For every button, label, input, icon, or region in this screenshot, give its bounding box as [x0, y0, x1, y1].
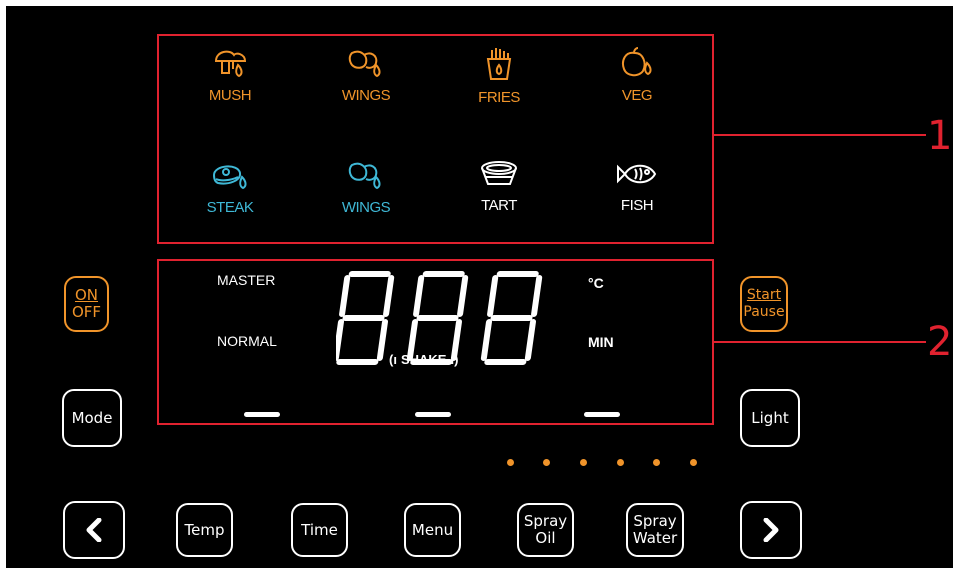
power-button[interactable]: ON OFF	[64, 276, 109, 332]
on-label: ON	[74, 286, 99, 304]
program-steak[interactable]: STEAK	[175, 159, 285, 216]
spray-water-label-top: Spray	[633, 512, 677, 530]
light-button[interactable]: Light	[740, 389, 800, 447]
program-label: WINGS	[341, 199, 391, 216]
temp-button[interactable]: Temp	[176, 503, 233, 557]
fish-icon	[617, 164, 657, 184]
program-veg[interactable]: VEG	[582, 47, 692, 104]
chevron-left-icon	[86, 518, 102, 542]
menu-label: Menu	[411, 521, 454, 539]
next-button[interactable]	[740, 501, 802, 559]
master-indicator: MASTER	[217, 272, 276, 288]
level-dot	[653, 459, 660, 466]
level-dot	[507, 459, 514, 466]
level-dot	[580, 459, 587, 466]
spray-water-button[interactable]: Spray Water	[626, 503, 684, 557]
program-label: FRIES	[478, 89, 520, 106]
min-indicator: MIN	[588, 334, 614, 350]
shake-label: SHAKE	[400, 352, 447, 367]
program-label: STEAK	[206, 199, 254, 216]
normal-indicator: NORMAL	[217, 333, 277, 349]
level-dot	[690, 459, 697, 466]
off-label: OFF	[71, 303, 102, 321]
spray-oil-button[interactable]: Spray Oil	[517, 503, 574, 557]
steak-icon	[212, 165, 247, 190]
callout-line-1	[714, 134, 926, 136]
callout-number-2: 2	[927, 319, 953, 365]
shake-indicator: (ı SHAKE ı)	[389, 352, 458, 367]
spray-oil-label-bottom: Oil	[535, 529, 556, 547]
chicken-wings-icon	[348, 162, 381, 190]
program-tart[interactable]: TART	[444, 159, 554, 214]
program-wings-2[interactable]: WINGS	[311, 159, 421, 216]
program-label: WINGS	[341, 87, 391, 104]
program-label: FISH	[620, 197, 654, 214]
callout-number-1: 1	[927, 113, 953, 159]
control-panel: MUSH WINGS FRIES VEG STEAK WINGS TART FI…	[6, 6, 953, 568]
chevron-right-icon	[763, 518, 779, 542]
celsius-indicator: °C	[588, 275, 604, 291]
start-pause-button[interactable]: Start Pause	[740, 276, 788, 332]
progress-dash	[244, 412, 280, 417]
program-label: VEG	[621, 87, 653, 104]
vibrate-left-icon: (ı	[389, 352, 397, 367]
vegetable-icon	[622, 47, 652, 77]
mushroom-icon	[214, 50, 247, 78]
progress-dash	[584, 412, 620, 417]
program-wings[interactable]: WINGS	[311, 47, 421, 104]
previous-button[interactable]	[63, 501, 125, 559]
program-mush[interactable]: MUSH	[175, 47, 285, 104]
program-label: MUSH	[208, 87, 252, 104]
level-dot	[543, 459, 550, 466]
spray-water-label-bottom: Water	[632, 529, 678, 547]
time-label: Time	[301, 521, 338, 539]
start-label: Start	[746, 287, 782, 303]
program-fish[interactable]: FISH	[582, 159, 692, 214]
menu-button[interactable]: Menu	[404, 503, 461, 557]
chicken-wings-icon	[348, 50, 381, 78]
time-button[interactable]: Time	[291, 503, 348, 557]
tart-icon	[481, 161, 517, 185]
program-fries[interactable]: FRIES	[444, 47, 554, 106]
program-label: TART	[481, 197, 517, 214]
vibrate-right-icon: ı)	[450, 352, 459, 367]
progress-dash	[415, 412, 451, 417]
spray-oil-label-top: Spray	[523, 512, 568, 530]
mode-label: Mode	[71, 409, 113, 427]
pause-label: Pause	[743, 304, 785, 320]
mode-button[interactable]: Mode	[62, 389, 122, 447]
light-label: Light	[751, 409, 789, 427]
fries-icon	[486, 48, 512, 80]
temp-label: Temp	[184, 521, 225, 539]
callout-line-2	[714, 341, 926, 343]
level-dot	[617, 459, 624, 466]
